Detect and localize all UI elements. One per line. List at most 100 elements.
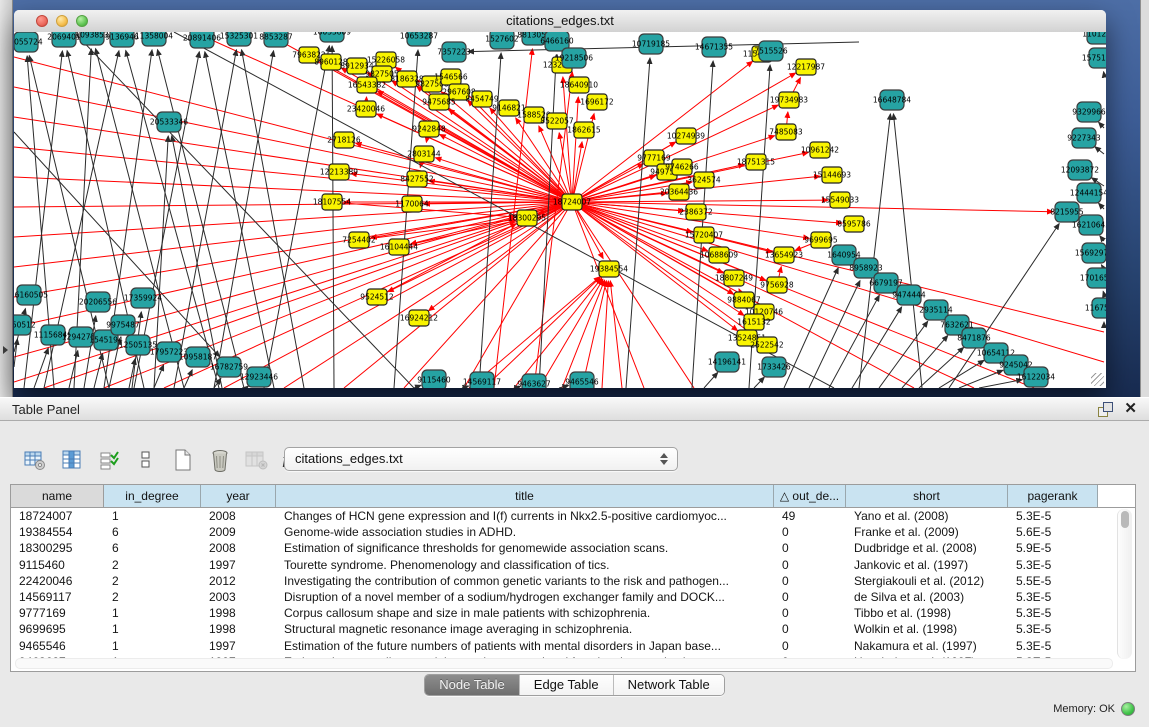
citation-edge-black[interactable] [979,380,1022,388]
table-row[interactable]: 911546021997Tourette syndrome. Phenomeno… [11,557,1135,573]
delete-trash-icon[interactable] [207,447,233,473]
citation-edge-black[interactable] [94,354,103,388]
citation-edge-black[interactable] [939,360,984,388]
citation-edge-black[interactable] [1099,203,1104,209]
citation-edge-black[interactable] [852,307,902,388]
citation-edge-black[interactable] [809,281,860,388]
table-row[interactable]: 1938455462009Genome-wide association stu… [11,524,1135,540]
graph-node-label: 2386372 [679,208,713,217]
graph-node-label: 17359924 [124,294,162,303]
citation-edge-black[interactable] [205,52,274,388]
column-header-in_degree[interactable]: in_degree [104,485,201,507]
column-header-year[interactable]: year [201,485,276,507]
row-height-icon[interactable] [133,447,159,473]
table-row[interactable]: 969969511998Structural magnetic resonanc… [11,621,1135,637]
graph-node-label: 20206556 [79,298,117,307]
table-cell: 2 [104,558,201,572]
citation-edge-black[interactable] [959,370,1003,388]
memory-status[interactable]: Memory: OK [1053,702,1135,716]
citation-edge-red[interactable] [224,202,572,388]
table-mode-icon[interactable] [22,447,48,473]
citation-edge-black[interactable] [242,50,304,388]
citation-edge-black[interactable] [902,336,948,388]
citation-edge-black[interactable] [1100,236,1104,241]
tab-edge-table[interactable]: Edge Table [520,675,614,695]
table-cell: Tibbo et al. (1998) [846,606,1008,620]
table-selector-dropdown[interactable]: citations_edges.txt [284,447,678,471]
table-row[interactable]: 977716911998Corpus callosum shape and si… [11,605,1135,621]
node-table[interactable]: namein_degreeyeartitle△ out_de...shortpa… [10,484,1136,672]
table-row[interactable]: 1456911722003Disruption of a novel membe… [11,589,1135,605]
scrollbar-thumb[interactable] [1121,511,1129,528]
table-row[interactable]: 1830029562008Estimation of significance … [11,540,1135,556]
citation-edge-red[interactable] [572,202,1034,388]
right-panel-divider[interactable] [1140,0,1149,397]
citation-edge-red[interactable] [469,277,600,388]
column-header-title[interactable]: title [276,485,774,507]
citation-edge-red[interactable] [572,202,1053,212]
citation-edge-black[interactable] [704,372,718,388]
left-panel-divider[interactable] [0,0,13,397]
citation-edge-black[interactable] [34,348,48,388]
window-resize-grip[interactable] [1091,373,1104,386]
network-window-title: citations_edges.txt [14,10,1106,32]
citation-edge-black[interactable] [1095,147,1104,154]
citation-edge-black[interactable] [414,385,421,388]
tab-network-table[interactable]: Network Table [614,675,724,695]
graph-node-label: 9756928 [760,281,794,290]
expand-left-panel-icon[interactable] [3,346,8,354]
table-cell: 0 [774,639,846,653]
tab-node-table[interactable]: Node Table [425,675,520,695]
network-desktop: citations_edges.txt 18724007193845547963… [0,0,1149,397]
close-panel-icon[interactable]: ✕ [1124,400,1137,418]
table-cell: 5.3E-5 [1008,558,1098,572]
table-cell: 18300295 [11,541,104,555]
table-cell: Changes of HCN gene expression and I(f) … [276,509,774,523]
graph-node-label: 8454749 [465,95,499,104]
table-cell: Investigating the contribution of common… [276,574,774,588]
citation-edge-black[interactable] [184,370,192,388]
citation-edge-black[interactable] [14,339,17,367]
column-header-name[interactable]: name [11,485,104,507]
float-panel-icon[interactable] [1098,402,1113,417]
citation-edge-black[interactable] [893,114,922,388]
column-grid-icon[interactable] [59,447,85,473]
citation-edge-black[interactable] [692,61,713,388]
graph-node-label: 1170064 [395,200,429,209]
citation-edge-red[interactable] [539,279,603,388]
new-file-icon[interactable] [170,447,196,473]
citation-edge-black[interactable] [754,377,764,388]
table-row[interactable]: 2242004622012Investigating the contribut… [11,573,1135,589]
select-columns-check-icon[interactable] [96,447,122,473]
network-window-titlebar[interactable]: citations_edges.txt [14,10,1106,33]
column-header-pagerank[interactable]: pagerank [1008,485,1098,507]
column-header-out_de[interactable]: △ out_de... [774,485,846,507]
citation-edge-black[interactable] [246,386,248,388]
table-cell: 9777169 [11,606,104,620]
citation-edge-red[interactable] [610,281,622,388]
citation-edge-red[interactable] [14,202,572,207]
table-cell: 1 [104,606,201,620]
vertical-scrollbar[interactable] [1117,509,1132,659]
citation-edge-black[interactable] [829,295,879,388]
table-cell: 5.3E-5 [1008,606,1098,620]
table-row[interactable]: 1872400712008Changes of HCN gene express… [11,508,1135,524]
network-view[interactable]: 1872400719384554796382289601288912934152… [14,32,1106,388]
table-cell: Jankovic et al. (1997) [846,558,1008,572]
network-graph[interactable]: 1872400719384554796382289601288912934152… [14,32,1106,388]
citation-edge-red[interactable] [572,97,578,202]
citation-edge-red[interactable] [572,200,828,202]
citation-edge-red[interactable] [284,202,572,388]
delete-table-icon[interactable] [244,447,270,473]
citation-edge-black[interactable] [1099,122,1104,128]
table-cell: 5.3E-5 [1008,509,1098,523]
graph-node-label: 8595786 [837,220,871,229]
citation-edge-black[interactable] [1103,291,1104,294]
table-row[interactable]: 946554611997Estimation of the future num… [11,638,1135,654]
citation-edge-black[interactable] [919,347,964,388]
table-cell: Franke et al. (2009) [846,525,1008,539]
column-header-short[interactable]: short [846,485,1008,507]
citation-edge-black[interactable] [214,51,274,388]
citation-edge-black[interactable] [69,351,78,388]
horizontal-scrollbar[interactable] [15,658,1113,669]
